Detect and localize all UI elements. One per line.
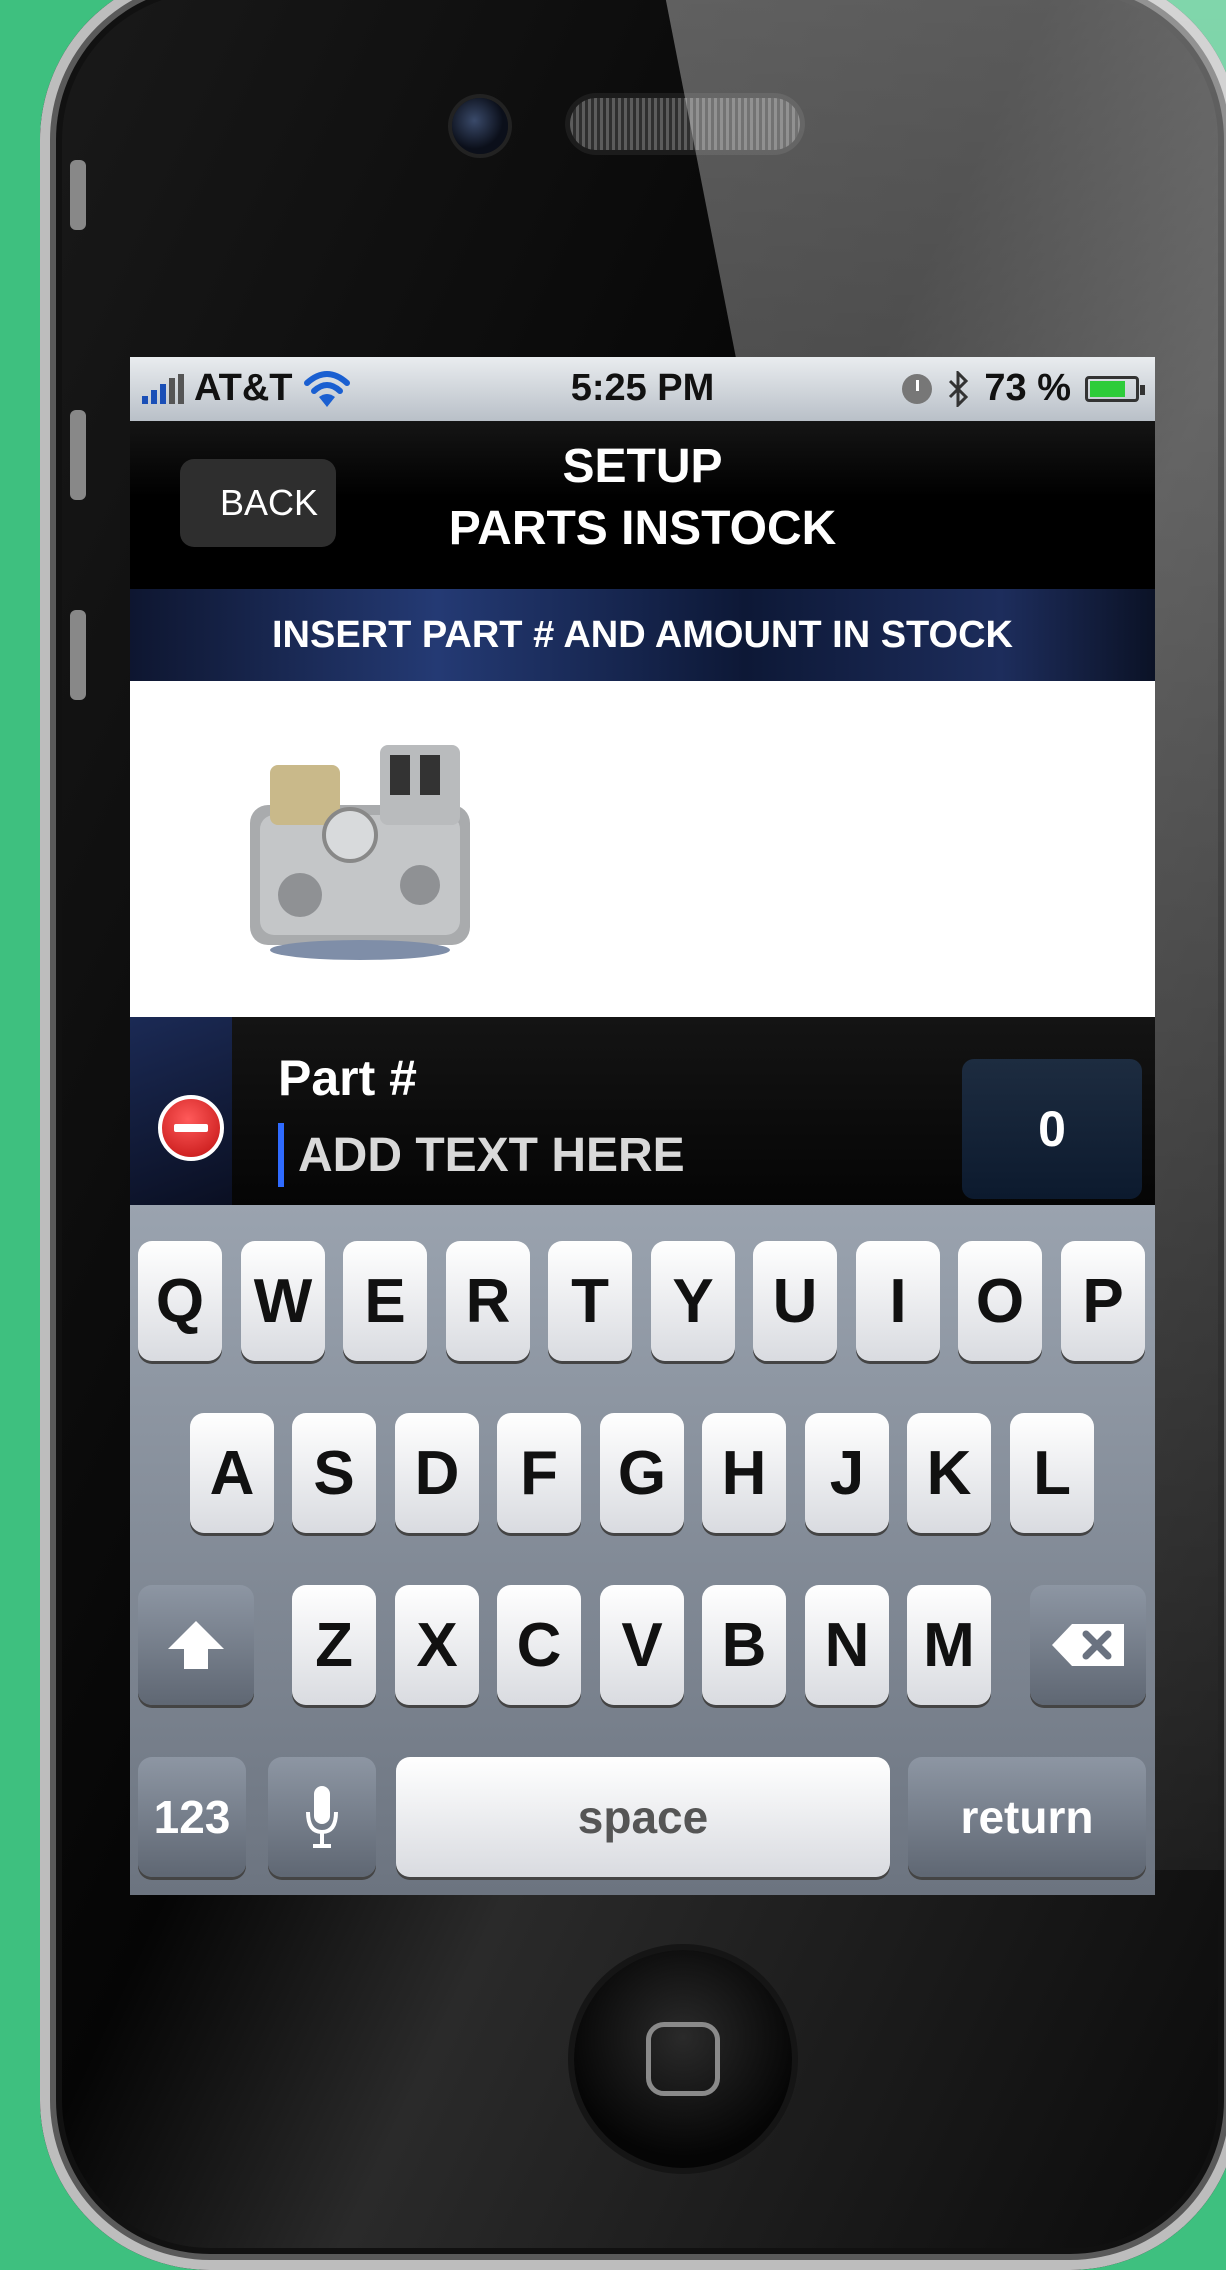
- volume-up-button: [70, 410, 86, 500]
- part-number-label: Part #: [278, 1050, 417, 1106]
- navigation-bar: BACK SETUP PARTS INSTOCK: [130, 421, 1155, 589]
- instruction-banner: INSERT PART # AND AMOUNT IN STOCK: [130, 589, 1155, 681]
- battery-percent: 73 %: [984, 367, 1071, 409]
- front-camera: [452, 98, 508, 154]
- page-title-line2: PARTS INSTOCK: [448, 502, 837, 555]
- key-g[interactable]: G: [600, 1413, 684, 1533]
- numbers-key[interactable]: 123: [138, 1757, 246, 1877]
- battery-icon: [1085, 375, 1145, 402]
- mute-switch: [70, 160, 86, 230]
- key-o[interactable]: O: [958, 1241, 1042, 1361]
- microphone-icon: [306, 1786, 338, 1848]
- key-l[interactable]: L: [1010, 1413, 1094, 1533]
- row-left-panel: [130, 1017, 232, 1205]
- home-button[interactable]: [574, 1950, 792, 2168]
- dictation-key[interactable]: [268, 1757, 376, 1877]
- key-m[interactable]: M: [907, 1585, 991, 1705]
- part-image-area: [130, 681, 1155, 1017]
- key-k[interactable]: K: [907, 1413, 991, 1533]
- key-z[interactable]: Z: [292, 1585, 376, 1705]
- key-p[interactable]: P: [1061, 1241, 1145, 1361]
- key-i[interactable]: I: [856, 1241, 940, 1361]
- part-number-input[interactable]: [278, 1123, 838, 1187]
- key-s[interactable]: S: [292, 1413, 376, 1533]
- status-bar: AT&T 5:25 PM 73 %: [130, 357, 1155, 421]
- key-v[interactable]: V: [600, 1585, 684, 1705]
- status-right: 73 %: [902, 367, 1145, 410]
- gas-valve-image: [250, 745, 470, 960]
- key-y[interactable]: Y: [651, 1241, 735, 1361]
- backspace-icon: [1052, 1624, 1124, 1666]
- key-q[interactable]: Q: [138, 1241, 222, 1361]
- key-f[interactable]: F: [497, 1413, 581, 1533]
- part-entry-row: Part # 0: [130, 1017, 1155, 1205]
- bluetooth-icon: [949, 370, 969, 407]
- key-j[interactable]: J: [805, 1413, 889, 1533]
- key-x[interactable]: X: [395, 1585, 479, 1705]
- delete-row-icon[interactable]: [158, 1095, 224, 1161]
- shift-icon: [168, 1621, 224, 1669]
- key-c[interactable]: C: [497, 1585, 581, 1705]
- home-square-icon: [646, 2022, 720, 2096]
- key-a[interactable]: A: [190, 1413, 274, 1533]
- key-n[interactable]: N: [805, 1585, 889, 1705]
- key-u[interactable]: U: [753, 1241, 837, 1361]
- return-key[interactable]: return: [908, 1757, 1146, 1877]
- space-key[interactable]: space: [396, 1757, 890, 1877]
- key-e[interactable]: E: [343, 1241, 427, 1361]
- screen: AT&T 5:25 PM 73 % BACK SETUP PARTS INSTO…: [130, 357, 1155, 1895]
- key-d[interactable]: D: [395, 1413, 479, 1533]
- earpiece-speaker: [570, 98, 800, 150]
- shift-key[interactable]: [138, 1585, 254, 1705]
- key-r[interactable]: R: [446, 1241, 530, 1361]
- volume-down-button: [70, 610, 86, 700]
- key-w[interactable]: W: [241, 1241, 325, 1361]
- alarm-clock-icon: [902, 373, 933, 404]
- page-title-line1: SETUP: [562, 440, 723, 493]
- backspace-key[interactable]: [1030, 1585, 1146, 1705]
- quantity-field[interactable]: 0: [962, 1059, 1142, 1199]
- key-b[interactable]: B: [702, 1585, 786, 1705]
- key-t[interactable]: T: [548, 1241, 632, 1361]
- keyboard: Q W E R T Y U I O P A S D F G H J K L Z …: [130, 1205, 1155, 1895]
- key-h[interactable]: H: [702, 1413, 786, 1533]
